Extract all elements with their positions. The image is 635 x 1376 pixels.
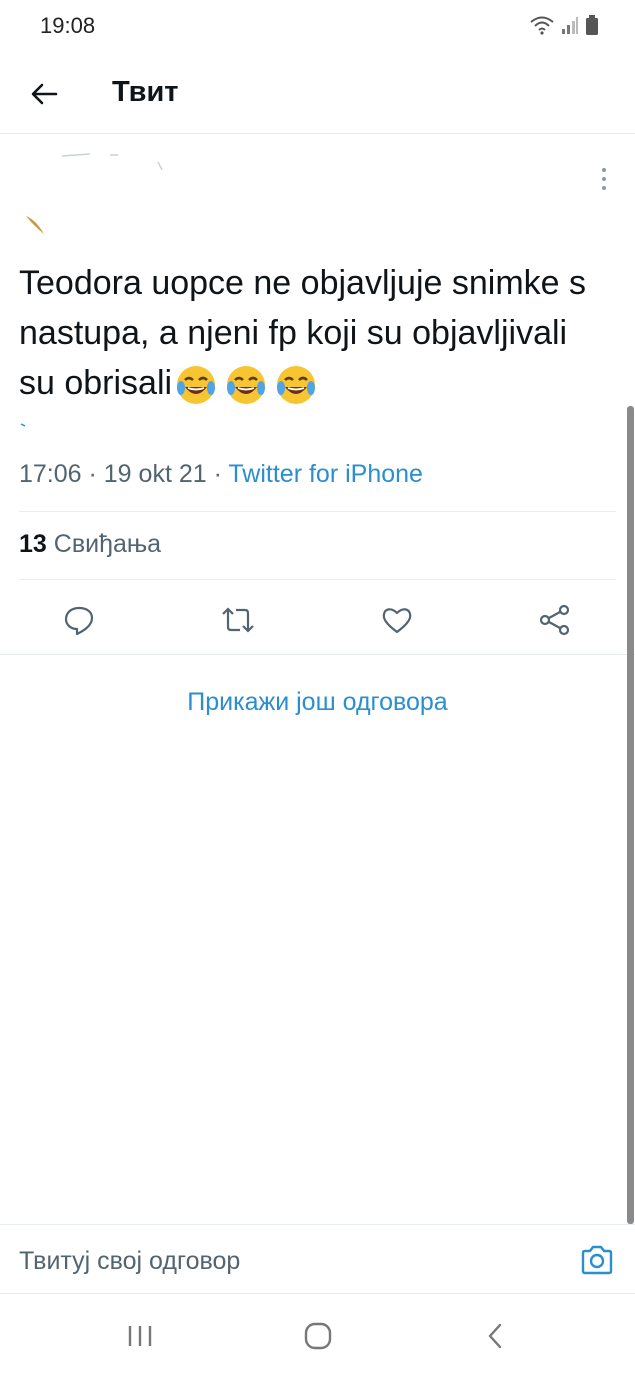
tweet-more-button[interactable] [590,164,618,194]
avatar-fragment [26,216,44,234]
status-time: 19:08 [40,13,96,38]
laughing-emoji-icon [177,366,216,405]
recent-apps-icon [128,1326,152,1346]
back-button[interactable] [24,74,64,114]
reply-composer: Твитуј свој одговор [0,1224,635,1294]
back-icon [488,1323,502,1349]
emoji-group [174,363,318,407]
divider [0,654,635,655]
nav-back-button[interactable] [474,1316,518,1356]
page-title: Твит [112,76,179,108]
more-dot [602,186,606,190]
text-fragment [20,423,26,427]
share-button[interactable] [533,598,577,642]
status-bar: 19:08 [0,0,635,52]
more-dot [602,177,606,181]
battery-icon [586,15,598,35]
more-dot [602,168,606,172]
tweet-body: Teodora uopce ne objavljuje snimke s nas… [19,258,599,408]
reply-icon [64,606,94,636]
retweet-icon [222,607,254,633]
wifi-icon [530,16,554,35]
meta-separator: · [206,460,229,488]
laughing-emoji-icon [227,366,266,405]
tweet-source-link[interactable]: Twitter for iPhone [228,460,423,488]
home-icon [304,1322,332,1350]
reply-input[interactable]: Твитуј свој одговор [19,1247,240,1276]
status-icons [529,14,599,36]
arrow-left-icon [31,83,58,105]
scrollbar[interactable] [627,406,634,1224]
like-button[interactable] [375,598,419,642]
top-app-bar: Твит [0,52,635,134]
retweet-button[interactable] [216,598,260,642]
share-icon [539,604,570,636]
likes-count-link[interactable]: 13 Свиђања [19,530,161,559]
camera-icon [581,1245,613,1275]
likes-label: Свиђања [53,530,162,558]
signal-icon [562,17,578,34]
reply-button[interactable] [57,598,101,642]
divider [19,511,616,512]
author-name-fragment [61,153,163,170]
like-icon [382,608,412,634]
laughing-emoji-icon [277,366,316,405]
divider [19,579,616,580]
tweet-meta: 17:06 · 19 okt 21 · Twitter for iPhone [19,460,423,489]
meta-separator: · [81,460,104,488]
system-nav-bar [0,1296,635,1376]
show-more-replies-link[interactable]: Прикажи још одговора [0,688,635,717]
home-button[interactable] [296,1316,340,1356]
recent-apps-button[interactable] [118,1316,162,1356]
tweet-actions [0,590,635,654]
tweet-date: 19 okt 21 [103,460,207,488]
tweet-time: 17:06 [19,460,82,488]
camera-button[interactable] [579,1243,615,1277]
likes-count: 13 [19,530,47,558]
